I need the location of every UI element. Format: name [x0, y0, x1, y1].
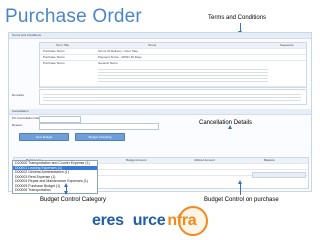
section-header — [9, 109, 311, 115]
callout-cancellation: Cancellation Details — [199, 120, 253, 126]
column-header: Term Title — [56, 43, 70, 47]
dropdown-option[interactable]: D10000 Transportation and Courier Expens… — [13, 161, 97, 166]
budget-category-dropdown[interactable]: D10000 Transportation and Courier Expens… — [12, 160, 98, 194]
reason-label: Reason — [12, 123, 23, 127]
cancelled-date-input[interactable] — [39, 116, 81, 123]
term-type: Purchase Terms — [43, 61, 65, 65]
term-text: Terms Of Delivery - Door Step — [98, 49, 139, 53]
view-budget-button[interactable]: View Budget — [19, 133, 69, 141]
callout-budget-category: Budget Control Category — [40, 197, 107, 203]
column-header: Sequence — [280, 43, 294, 47]
remarks-text — [43, 92, 301, 102]
callout-arrow — [64, 183, 68, 194]
remarks-label: Remarks — [12, 93, 25, 97]
logo-text-part: urce — [132, 212, 166, 229]
section-title: Cancellation — [12, 109, 29, 113]
remarks-field[interactable] — [39, 89, 307, 105]
section-title: Terms and Conditions — [12, 33, 42, 37]
callout-budget-control: Budget Control on purchase — [204, 197, 279, 203]
cancelled-date-label: PO Cancellation Date — [12, 116, 41, 120]
callout-arrow — [238, 180, 242, 195]
column-header: Terms — [148, 43, 157, 47]
reason-input[interactable] — [39, 123, 159, 130]
term-type: Purchase Terms — [43, 49, 65, 53]
column-header: Utilized Amount — [194, 158, 215, 162]
eresource-logo: eres urce nfra — [92, 212, 197, 230]
section-header — [9, 33, 311, 39]
column-header: Balance — [264, 158, 275, 162]
terms-body-text — [98, 67, 268, 84]
budget-control-checkbox[interactable] — [252, 172, 306, 178]
column-header: Budget Amount — [126, 158, 147, 162]
budget-checking-button[interactable]: Budget Checking — [75, 133, 125, 141]
logo-text-part: eres — [92, 212, 124, 229]
page-title: Purchase Order — [5, 6, 142, 27]
logo-text-part: nfra — [167, 212, 197, 229]
term-text: General Terms — [98, 61, 118, 65]
callout-terms: Terms and Conditions — [208, 15, 267, 21]
dropdown-option[interactable]: D00004 Repair and Maintenance Expenses (… — [13, 179, 97, 184]
dropdown-option[interactable]: D00006 Transportation — [13, 188, 97, 193]
terms-table: Term Title Terms Sequence Purchase Terms… — [39, 42, 307, 88]
term-type: Purchase Terms — [43, 55, 65, 59]
table-row[interactable]: Purchase Terms General Terms — [40, 61, 306, 87]
term-text: Payment Terms - Within 30 Days — [98, 55, 142, 59]
